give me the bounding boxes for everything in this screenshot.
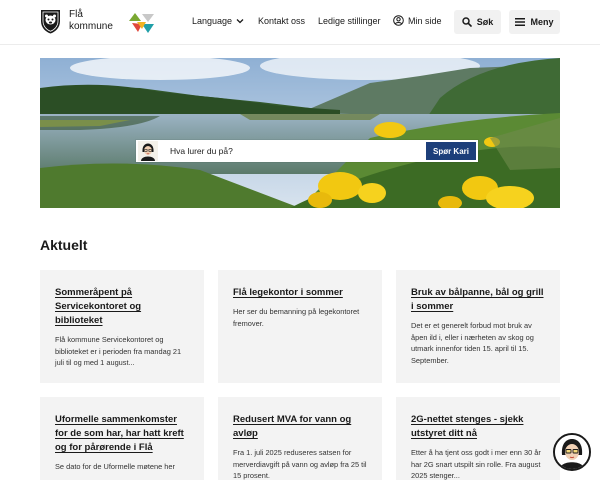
- news-card-text: Etter å ha tjent oss godt i mer enn 30 å…: [411, 448, 541, 480]
- news-card-text: Det er et generelt forbud mot bruk av åp…: [411, 321, 534, 365]
- hero-image: [40, 58, 560, 208]
- brand-line-1: Flå: [69, 9, 83, 20]
- lake-landscape-photo: [40, 58, 560, 208]
- my-page-label: Min side: [408, 15, 442, 26]
- section-title-news: Aktuelt: [40, 237, 88, 253]
- ask-kari-bar: Spør Kari: [136, 140, 478, 162]
- nav-link-jobs[interactable]: Ledige stillinger: [318, 16, 381, 26]
- language-selector[interactable]: Language: [192, 16, 244, 26]
- search-label: Søk: [476, 17, 494, 27]
- nav-link-contact[interactable]: Kontakt oss: [258, 16, 305, 26]
- chevron-down-icon: [236, 19, 244, 24]
- news-card[interactable]: Uformelle sammenkomster for de som har, …: [40, 397, 204, 480]
- ask-kari-button[interactable]: Spør Kari: [426, 142, 476, 160]
- news-card-text: Fra 1. juli 2025 reduseres satsen for me…: [233, 448, 367, 480]
- news-card[interactable]: Bruk av bålpanne, bål og grill i sommer …: [396, 270, 560, 383]
- news-card[interactable]: Redusert MVA for vann og avløp Fra 1. ju…: [218, 397, 382, 480]
- coat-of-arms-icon[interactable]: [40, 9, 61, 34]
- chat-assistant-button[interactable]: [553, 433, 591, 471]
- search-button[interactable]: Søk: [454, 10, 501, 34]
- news-card-text: Flå kommune Servicekontoret og bibliotek…: [55, 335, 182, 368]
- triangles-logo-icon: [129, 13, 154, 33]
- news-card[interactable]: Sommeråpent på Servicekontoret og biblio…: [40, 270, 204, 383]
- brand-line-2: kommune: [69, 21, 113, 32]
- menu-label: Meny: [530, 17, 554, 27]
- hamburger-icon: [515, 18, 526, 26]
- assistant-avatar-icon: [138, 141, 158, 161]
- news-card[interactable]: Flå legekontor i sommer Her ser du beman…: [218, 270, 382, 383]
- news-card-title[interactable]: 2G-nettet stenges - sjekk utstyret ditt …: [411, 413, 546, 441]
- brand-name[interactable]: Flå kommune: [69, 9, 113, 33]
- news-card-title[interactable]: Flå legekontor i sommer: [233, 286, 368, 300]
- nav-link-my-page[interactable]: Min side: [393, 15, 442, 26]
- site-header: Flå kommune Language Kontakt oss Ledige …: [0, 0, 600, 45]
- news-card-title[interactable]: Redusert MVA for vann og avløp: [233, 413, 368, 441]
- news-card[interactable]: 2G-nettet stenges - sjekk utstyret ditt …: [396, 397, 560, 480]
- news-card-text: Her ser du bemanning på legekontoret fre…: [233, 307, 360, 328]
- news-card-text: Se dato for de Uformelle møtene her: [55, 462, 175, 471]
- search-icon: [461, 17, 472, 27]
- user-icon: [393, 15, 404, 26]
- news-card-title[interactable]: Bruk av bålpanne, bål og grill i sommer: [411, 286, 546, 314]
- language-label: Language: [192, 16, 233, 26]
- chat-assistant-avatar-icon: [555, 435, 589, 469]
- menu-button[interactable]: Meny: [509, 10, 560, 34]
- news-card-title[interactable]: Uformelle sammenkomster for de som har, …: [55, 413, 190, 455]
- news-card-title[interactable]: Sommeråpent på Servicekontoret og biblio…: [55, 286, 190, 328]
- ask-input[interactable]: [168, 141, 426, 161]
